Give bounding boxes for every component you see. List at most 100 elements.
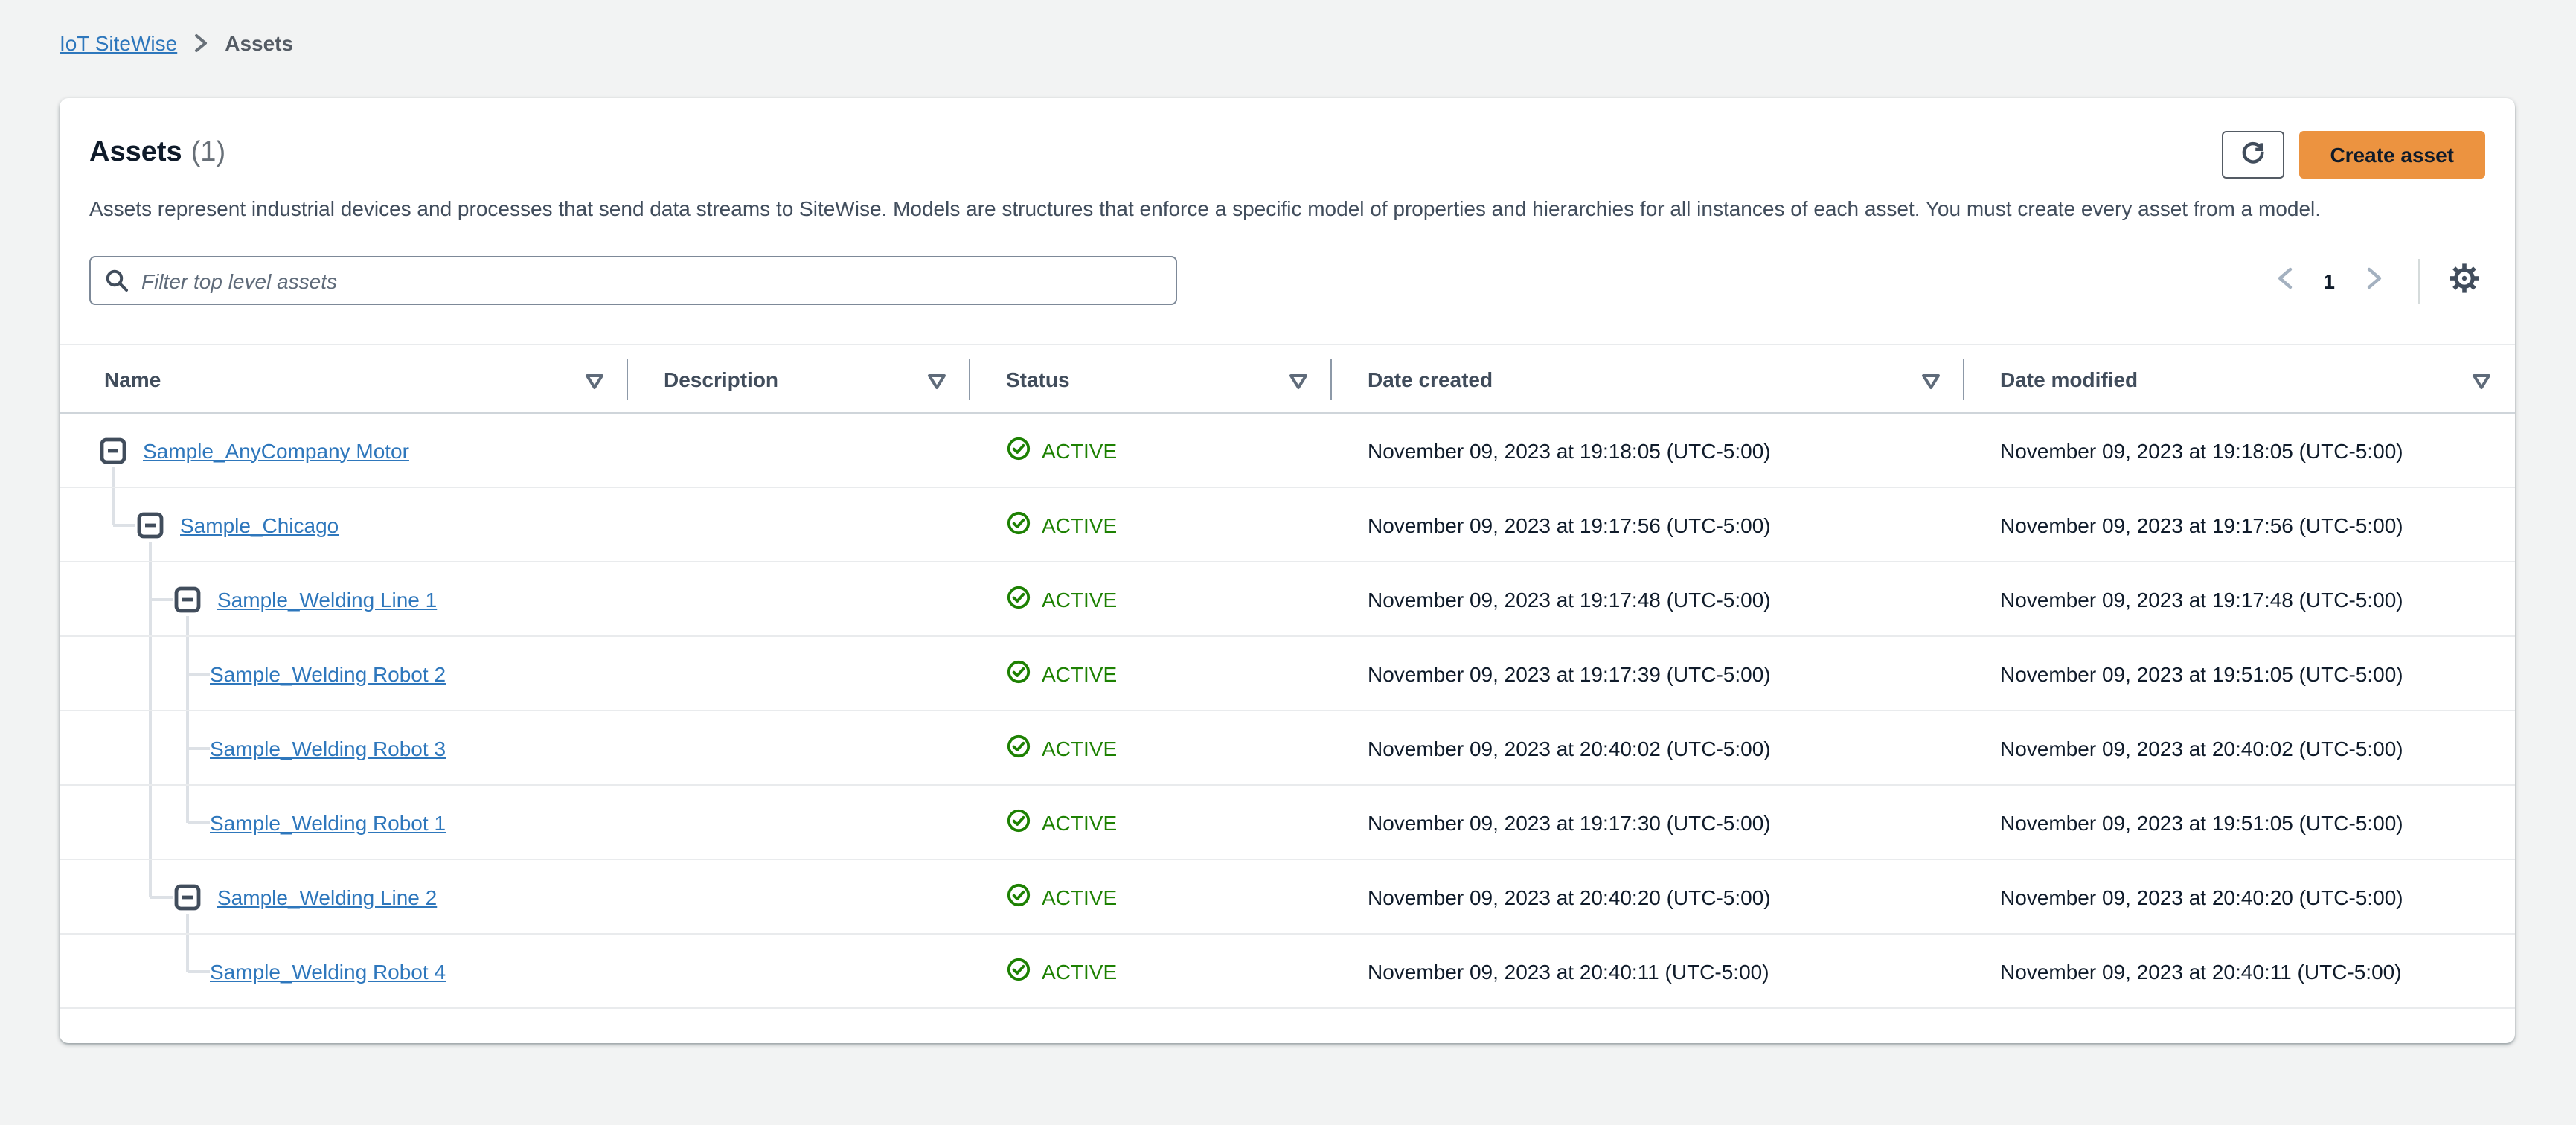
column-header-date-created[interactable]: Date created	[1332, 345, 1964, 412]
sort-triangle-icon	[585, 371, 604, 394]
gear-icon	[2448, 262, 2481, 299]
asset-name-link[interactable]: Sample_Welding Robot 4	[210, 959, 446, 983]
table-row: Sample_Welding Line 2 ACTIVE November 09…	[60, 860, 2515, 935]
collapse-row-toggle[interactable]	[173, 882, 202, 912]
table-row: Sample_Chicago ACTIVE November 09, 2023 …	[60, 488, 2515, 562]
date-created-cell: November 09, 2023 at 20:40:11 (UTC-5:00)	[1368, 959, 1769, 983]
next-page-button[interactable]	[2353, 260, 2394, 301]
description-cell	[628, 414, 970, 487]
collapse-row-toggle[interactable]	[173, 585, 202, 615]
panel-description: Assets represent industrial devices and …	[89, 196, 2322, 220]
current-page-number[interactable]: 1	[2305, 269, 2353, 292]
status-badge: ACTIVE	[1006, 807, 1117, 837]
date-created-cell: November 09, 2023 at 19:17:56 (UTC-5:00)	[1368, 513, 1771, 536]
breadcrumb-link-iot-sitewise[interactable]: IoT SiteWise	[60, 31, 177, 55]
minus-square-icon	[173, 585, 202, 615]
asset-name-link[interactable]: Sample_Welding Robot 3	[210, 736, 446, 760]
check-circle-icon	[1006, 435, 1031, 465]
column-label: Description	[664, 367, 779, 391]
date-modified-cell: November 09, 2023 at 20:40:20 (UTC-5:00)	[2000, 885, 2403, 908]
description-cell	[628, 488, 970, 561]
column-label: Status	[1006, 367, 1070, 391]
status-label: ACTIVE	[1042, 736, 1118, 760]
check-circle-icon	[1006, 733, 1031, 763]
column-header-name[interactable]: Name	[60, 345, 628, 412]
check-circle-icon	[1006, 584, 1031, 614]
table-row: Sample_Welding Robot 2 ACTIVE November 0…	[60, 637, 2515, 711]
sort-triangle-icon	[1921, 371, 1941, 394]
asset-name-link[interactable]: Sample_Welding Line 2	[217, 885, 437, 908]
check-circle-icon	[1006, 807, 1031, 837]
date-modified-cell: November 09, 2023 at 20:40:11 (UTC-5:00)	[2000, 959, 2402, 983]
description-cell	[628, 786, 970, 859]
asset-name-link[interactable]: Sample_Welding Robot 2	[210, 661, 446, 685]
asset-name-link[interactable]: Sample_Chicago	[180, 513, 339, 536]
status-label: ACTIVE	[1042, 885, 1118, 908]
asset-name-link[interactable]: Sample_AnyCompany Motor	[143, 438, 409, 462]
status-badge: ACTIVE	[1006, 510, 1117, 539]
check-circle-icon	[1006, 882, 1031, 911]
chevron-right-icon	[2364, 266, 2383, 295]
description-cell	[628, 711, 970, 784]
status-label: ACTIVE	[1042, 587, 1118, 611]
iot-sitewise-assets-page: IoT SiteWise Assets Assets (1) Create as…	[0, 0, 2576, 1125]
check-circle-icon	[1006, 510, 1031, 539]
check-circle-icon	[1006, 956, 1031, 986]
date-created-cell: November 09, 2023 at 20:40:20 (UTC-5:00)	[1368, 885, 1771, 908]
search-icon	[104, 268, 129, 301]
status-badge: ACTIVE	[1006, 658, 1117, 688]
page-title-text: Assets	[89, 137, 182, 168]
minus-square-icon	[173, 882, 202, 912]
chevron-right-icon	[192, 33, 210, 54]
status-badge: ACTIVE	[1006, 733, 1117, 763]
previous-page-button[interactable]	[2263, 260, 2305, 301]
breadcrumb: IoT SiteWise Assets	[0, 0, 2576, 55]
date-modified-cell: November 09, 2023 at 19:51:05 (UTC-5:00)	[2000, 810, 2403, 834]
breadcrumb-current-assets: Assets	[225, 31, 294, 55]
description-cell	[628, 935, 970, 1007]
table-header-row: Name Description Status Date created Dat…	[60, 344, 2515, 414]
sort-triangle-icon	[2472, 371, 2491, 394]
date-modified-cell: November 09, 2023 at 19:18:05 (UTC-5:00)	[2000, 438, 2403, 462]
page-title: Assets (1)	[89, 131, 225, 176]
table-row: Sample_Welding Robot 3 ACTIVE November 0…	[60, 711, 2515, 786]
status-label: ACTIVE	[1042, 661, 1118, 685]
collapse-row-toggle[interactable]	[98, 436, 128, 466]
filter-assets-input[interactable]	[89, 256, 1177, 305]
collapse-row-toggle[interactable]	[135, 510, 165, 540]
assets-panel: Assets (1) Create asset Assets represent…	[60, 98, 2515, 1043]
date-modified-cell: November 09, 2023 at 20:40:02 (UTC-5:00)	[2000, 736, 2403, 760]
table-row: Sample_Welding Robot 4 ACTIVE November 0…	[60, 935, 2515, 1009]
asset-name-link[interactable]: Sample_Welding Robot 1	[210, 810, 446, 834]
date-created-cell: November 09, 2023 at 19:17:30 (UTC-5:00)	[1368, 810, 1771, 834]
column-label: Date created	[1368, 367, 1493, 391]
asset-count: (1)	[190, 137, 226, 168]
column-label: Name	[104, 367, 161, 391]
description-cell	[628, 860, 970, 933]
status-label: ACTIVE	[1042, 438, 1118, 462]
date-created-cell: November 09, 2023 at 19:17:39 (UTC-5:00)	[1368, 661, 1771, 685]
date-modified-cell: November 09, 2023 at 19:17:48 (UTC-5:00)	[2000, 587, 2403, 611]
sort-triangle-icon	[1289, 371, 1308, 394]
status-label: ACTIVE	[1042, 513, 1118, 536]
date-created-cell: November 09, 2023 at 19:17:48 (UTC-5:00)	[1368, 587, 1771, 611]
date-modified-cell: November 09, 2023 at 19:51:05 (UTC-5:00)	[2000, 661, 2403, 685]
date-modified-cell: November 09, 2023 at 19:17:56 (UTC-5:00)	[2000, 513, 2403, 536]
date-created-cell: November 09, 2023 at 20:40:02 (UTC-5:00)	[1368, 736, 1771, 760]
asset-name-link[interactable]: Sample_Welding Line 1	[217, 587, 437, 611]
column-header-date-modified[interactable]: Date modified	[1964, 345, 2515, 412]
refresh-icon	[2237, 138, 2267, 172]
description-cell	[628, 637, 970, 710]
table-row: Sample_AnyCompany Motor ACTIVE November …	[60, 414, 2515, 488]
description-cell	[628, 562, 970, 635]
preferences-button[interactable]	[2444, 260, 2485, 301]
refresh-button[interactable]	[2221, 131, 2284, 179]
status-label: ACTIVE	[1042, 810, 1118, 834]
create-asset-button[interactable]: Create asset	[2298, 131, 2485, 179]
column-header-description[interactable]: Description	[628, 345, 970, 412]
status-badge: ACTIVE	[1006, 882, 1117, 911]
date-created-cell: November 09, 2023 at 19:18:05 (UTC-5:00)	[1368, 438, 1771, 462]
column-header-status[interactable]: Status	[970, 345, 1332, 412]
table-row: Sample_Welding Line 1 ACTIVE November 09…	[60, 562, 2515, 637]
chevron-left-icon	[2275, 266, 2294, 295]
